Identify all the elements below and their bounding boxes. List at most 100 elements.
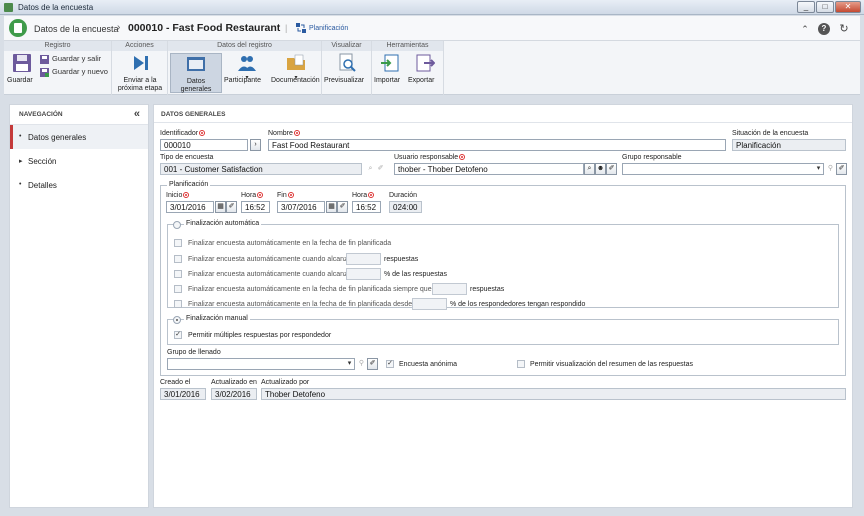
end-calendar-button[interactable]: ▦ <box>326 201 337 213</box>
nav-item-datos-generales[interactable]: • Datos generales <box>10 125 148 149</box>
end-date-label: Fin <box>277 192 294 199</box>
participant-button[interactable]: Participante ▾ <box>224 53 270 84</box>
user-detail-button[interactable]: ☻ <box>595 163 606 175</box>
window-title-bar: Datos de la encuesta _ □ ✕ <box>0 0 864 15</box>
start-date-field[interactable]: 3/01/2016 <box>166 201 214 213</box>
end-time-field[interactable]: 16:52 <box>352 201 381 213</box>
end-date-field[interactable]: 3/07/2016 <box>277 201 325 213</box>
anonymous-survey-label: Encuesta anónima <box>399 361 457 368</box>
save-and-new-button[interactable]: Guardar y nuevo <box>40 67 108 77</box>
auto-opt4-label: Finalizar encuesta automáticamente en la… <box>188 286 449 293</box>
nav-item-seccion[interactable]: ▸ Sección <box>10 149 148 173</box>
navigation-panel: NAVEGACIÓN « • Datos generales ▸ Sección… <box>9 104 149 508</box>
updated-on-label: Actualizado en <box>211 379 257 386</box>
ribbon-group-registro: Registro Guardar Guardar y salir Guardar… <box>4 41 112 95</box>
filling-group-select[interactable] <box>167 358 355 370</box>
required-icon <box>199 130 206 137</box>
manual-finish-radio[interactable] <box>173 316 181 324</box>
auto-finish-radio[interactable] <box>173 221 181 229</box>
next-identifier-button[interactable]: › <box>250 139 261 151</box>
collapse-navigation-icon[interactable]: « <box>134 108 140 120</box>
auto-opt2-label: Finalizar encuesta automáticamente cuand… <box>188 256 354 263</box>
auto-opt5-suffix: % de los respondedores tengan respondido <box>450 301 586 308</box>
auto-opt2-checkbox[interactable] <box>174 255 182 263</box>
send-next-stage-button[interactable]: Enviar a la próxima etapa <box>114 53 166 92</box>
participant-label: Participante <box>224 77 261 84</box>
auto-opt1-label: Finalizar encuesta automáticamente en la… <box>188 240 392 247</box>
created-on-label: Creado el <box>160 379 191 386</box>
responsible-group-dropdown-icon[interactable]: ▾ <box>814 164 823 174</box>
import-button[interactable]: Importar <box>374 53 406 84</box>
auto-opt2-suffix: respuestas <box>384 256 419 263</box>
close-button[interactable]: ✕ <box>835 1 861 13</box>
identifier-field[interactable]: 000010 <box>160 139 248 151</box>
minimize-button[interactable]: _ <box>797 1 815 13</box>
nav-item-label: Datos generales <box>28 133 87 142</box>
search-user-button[interactable]: ⌕ <box>584 163 595 175</box>
clear-start-date-button[interactable]: ✐ <box>226 201 237 213</box>
identifier-label: Identificador <box>160 130 206 137</box>
allow-summary-checkbox[interactable] <box>517 360 525 368</box>
auto-opt3-label: Finalizar encuesta automáticamente cuand… <box>188 271 354 278</box>
multiple-responses-checkbox[interactable]: ✓ <box>174 331 182 339</box>
auto-opt3-checkbox[interactable] <box>174 270 182 278</box>
auto-opt4-count-field[interactable] <box>432 283 467 295</box>
general-data-label: Datos generales <box>180 78 212 93</box>
auto-opt4-checkbox[interactable] <box>174 285 182 293</box>
save-new-icon <box>40 67 49 77</box>
save-and-exit-label: Guardar y salir <box>52 54 102 63</box>
save-and-exit-button[interactable]: Guardar y salir <box>40 54 101 64</box>
required-icon <box>459 154 466 161</box>
export-icon <box>416 54 436 72</box>
name-field[interactable]: Fast Food Restaurant <box>268 139 726 151</box>
auto-opt3-percent-field[interactable] <box>346 268 381 280</box>
responsible-group-select[interactable] <box>622 163 824 175</box>
expand-arrow-icon[interactable]: ▸ <box>19 157 23 165</box>
filling-group-label: Grupo de llenado <box>167 349 221 356</box>
required-icon <box>183 192 190 199</box>
documentation-button[interactable]: Documentación ▾ <box>271 53 321 84</box>
collapse-header-icon[interactable]: ⌃ <box>799 23 811 35</box>
preview-button[interactable]: Previsualizar <box>324 53 370 84</box>
maximize-button[interactable]: □ <box>816 1 834 13</box>
auto-opt2-count-field[interactable] <box>346 253 381 265</box>
auto-opt5-checkbox[interactable] <box>174 300 182 308</box>
clear-user-button[interactable]: ✐ <box>606 163 617 175</box>
required-icon <box>257 192 264 199</box>
clear-filling-group-button[interactable]: ✐ <box>367 358 378 370</box>
export-label: Exportar <box>408 77 435 84</box>
start-time-field[interactable]: 16:52 <box>241 201 270 213</box>
anonymous-survey-checkbox[interactable]: ✓ <box>386 360 394 368</box>
documentation-label: Documentación <box>271 77 320 84</box>
auto-opt1-checkbox[interactable] <box>174 239 182 247</box>
next-stage-icon <box>134 56 148 70</box>
allow-summary-label: Permitir visualización del resumen de la… <box>530 361 694 368</box>
planning-status-icon <box>296 23 306 33</box>
ribbon-group-title: Visualizar <box>322 41 371 51</box>
breadcrumb-root[interactable]: Datos de la encuesta <box>34 24 119 34</box>
main-panel: DATOS GENERALES Identificador 000010 › N… <box>153 104 853 508</box>
send-next-stage-label: Enviar a la próxima etapa <box>117 77 163 92</box>
duration-label: Duración <box>389 192 418 199</box>
bullet-icon: • <box>19 181 22 188</box>
clear-end-date-button[interactable]: ✐ <box>337 201 348 213</box>
start-calendar-button[interactable]: ▦ <box>215 201 226 213</box>
general-data-button[interactable]: Datos generales <box>170 53 222 93</box>
manual-finish-fieldset: Finalización manual ✓ Permitir múltiples… <box>167 315 839 345</box>
updated-on-field: 3/02/2016 <box>211 388 257 400</box>
nav-item-detalles[interactable]: • Detalles <box>10 173 148 197</box>
export-button[interactable]: Exportar <box>408 53 442 84</box>
help-icon[interactable]: ? <box>818 23 830 35</box>
required-icon <box>287 192 294 199</box>
auto-opt4-suffix: respuestas <box>470 286 505 293</box>
filling-group-dropdown-icon[interactable]: ▾ <box>345 359 354 369</box>
save-button[interactable]: Guardar <box>7 53 37 84</box>
refresh-icon[interactable]: ↻ <box>838 23 850 35</box>
ribbon-group-title: Herramientas <box>372 41 443 51</box>
filling-group-binoculars-icon: ⚲ <box>358 360 365 367</box>
responsible-user-field[interactable]: thober - Thober Detofeno <box>394 163 584 175</box>
auto-opt5-percent-field[interactable] <box>412 298 447 310</box>
planning-fieldset: Planificación Inicio 3/01/2016 ▦ ✐ Hora … <box>160 181 846 376</box>
clear-group-button[interactable]: ✐ <box>836 163 847 175</box>
section-title: DATOS GENERALES <box>154 105 852 123</box>
